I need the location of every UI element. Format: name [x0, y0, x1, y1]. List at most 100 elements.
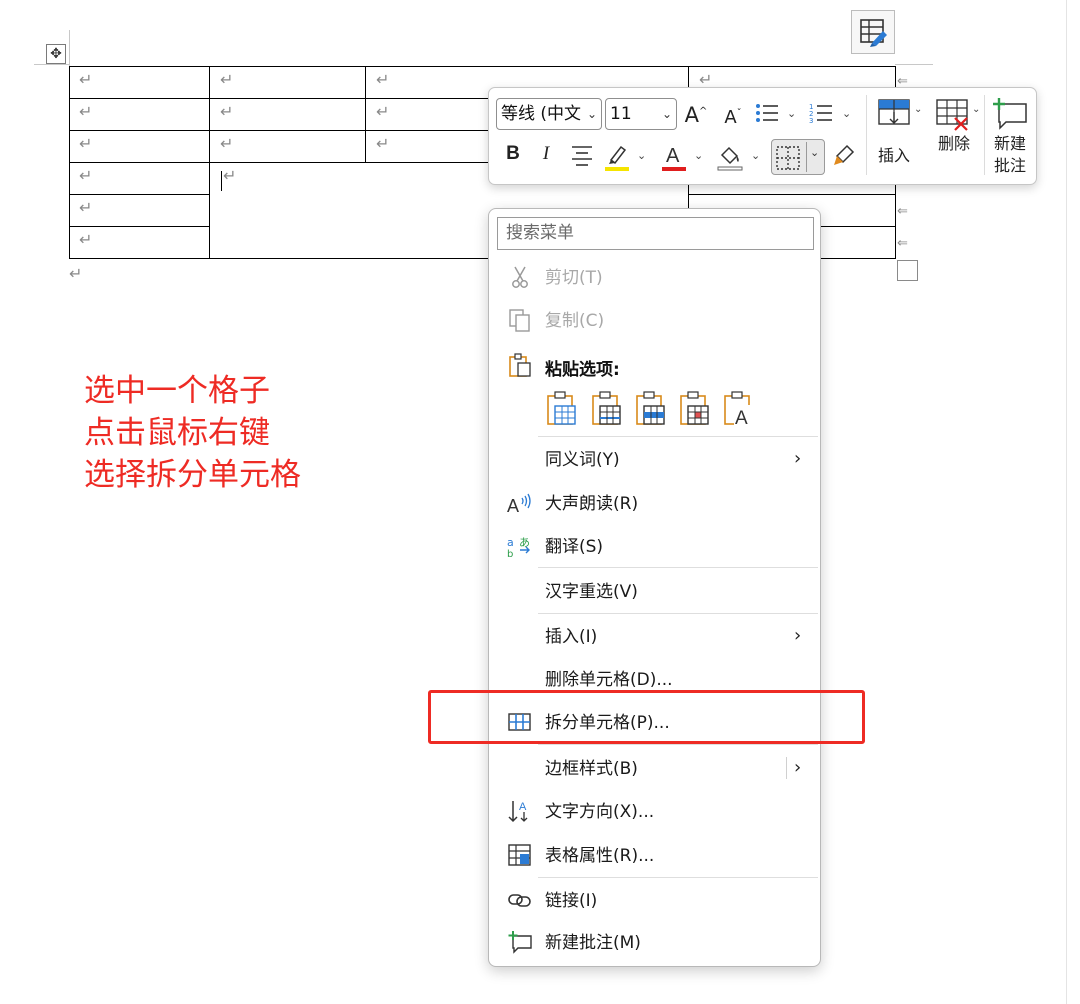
menu-item-copy[interactable]: 复制(C)	[489, 300, 820, 340]
margin-guide	[69, 30, 70, 66]
insert-label: 插入	[877, 146, 910, 165]
separator	[984, 95, 985, 175]
chevron-down-icon[interactable]: ⌄	[637, 149, 646, 162]
new-comment-label-2: 批注	[993, 156, 1026, 175]
bullet-list-icon	[756, 104, 778, 122]
copy-icon	[509, 309, 530, 332]
align-center-icon	[572, 146, 592, 166]
menu-item-link[interactable]: 链接(I)	[489, 880, 820, 920]
menu-item-reconversion[interactable]: 汉字重选(V)	[489, 571, 820, 611]
menu-separator	[538, 877, 818, 878]
svg-text:A: A	[507, 496, 519, 515]
table-move-handle-icon[interactable]: ✥	[46, 44, 66, 64]
margin-guide	[895, 64, 933, 65]
shrink-font-button[interactable]: Aˇ	[721, 103, 745, 129]
paragraph-mark: ↵	[69, 264, 83, 283]
menu-separator	[538, 436, 818, 437]
italic-button[interactable]: I	[537, 143, 555, 165]
bold-button[interactable]: B	[503, 143, 523, 165]
paste-option-merge-table-icon[interactable]	[590, 391, 624, 427]
chevron-down-icon: ⌄	[810, 146, 820, 159]
font-color-icon: A	[662, 145, 686, 171]
paste-option-keep-text-icon[interactable]: A	[722, 391, 756, 429]
new-comment-icon	[508, 931, 532, 954]
svg-text:3: 3	[809, 117, 813, 125]
menu-item-synonyms[interactable]: 同义词(Y) ›	[489, 439, 820, 479]
menu-item-table-properties[interactable]: 表格属性(R)...	[489, 835, 820, 875]
grow-font-button[interactable]: A^	[684, 101, 708, 126]
menu-item-label: 链接(I)	[545, 891, 598, 911]
bullets-button[interactable]	[752, 101, 782, 130]
insert-button[interactable]: ⌄	[876, 96, 926, 126]
format-painter-icon	[834, 144, 855, 165]
paragraph-mark: ↵	[79, 102, 93, 121]
center-align-button[interactable]	[569, 144, 595, 171]
menu-split-separator	[786, 757, 787, 779]
paragraph-mark: ↵	[223, 166, 237, 185]
font-color-button[interactable]: A	[660, 142, 688, 177]
chevron-down-icon[interactable]: ⌄	[751, 149, 760, 162]
delete-label: 删除	[937, 134, 970, 153]
menu-item-label: 翻译(S)	[545, 537, 604, 557]
menu-item-label: 新建批注(M)	[545, 933, 641, 953]
chevron-down-icon[interactable]: ⌄	[694, 149, 703, 162]
menu-item-label: 复制(C)	[545, 311, 605, 331]
translate-icon: a あ b	[507, 536, 530, 558]
highlight-button[interactable]	[603, 142, 631, 177]
menu-item-read-aloud[interactable]: A 大声朗读(R)	[489, 483, 820, 523]
chevron-right-icon: ›	[794, 448, 802, 469]
paragraph-mark: ↵	[220, 134, 234, 153]
svg-text:b: b	[507, 549, 513, 558]
svg-text:⌄: ⌄	[972, 104, 980, 115]
paste-option-overwrite-cells-icon[interactable]	[678, 391, 712, 427]
numbering-button[interactable]: 1 2 3	[806, 101, 836, 130]
margin-guide	[34, 64, 70, 65]
menu-separator	[538, 744, 818, 745]
menu-item-cut[interactable]: 剪切(T)	[489, 257, 820, 297]
menu-item-translate[interactable]: a あ b 翻译(S)	[489, 526, 820, 566]
menu-item-insert[interactable]: 插入(I) ›	[489, 616, 820, 656]
menu-search-input[interactable]: 搜索菜单	[497, 217, 814, 250]
menu-item-border-styles[interactable]: 边框样式(B) ›	[489, 748, 820, 788]
shading-button[interactable]	[716, 142, 744, 177]
menu-item-label: 表格属性(R)...	[545, 846, 655, 866]
font-size-select[interactable]: 11 ⌄	[605, 98, 677, 130]
format-painter-button[interactable]	[831, 143, 857, 174]
menu-separator	[538, 613, 818, 614]
paste-icon	[509, 353, 531, 377]
menu-item-label: 剪切(T)	[545, 268, 603, 288]
chevron-down-icon[interactable]: ⌄	[842, 107, 851, 120]
svg-text:a: a	[507, 536, 514, 549]
chevron-down-icon[interactable]: ⌄	[787, 107, 796, 120]
separator	[866, 95, 867, 175]
menu-item-text-direction[interactable]: A 文字方向(X)...	[489, 791, 820, 831]
split-cells-highlight	[428, 690, 865, 744]
menu-item-new-comment[interactable]: 新建批注(M)	[489, 922, 820, 962]
chevron-right-icon: ›	[794, 625, 802, 646]
text-cursor	[221, 171, 222, 191]
paragraph-mark: ↵	[79, 198, 93, 217]
page-edge	[1066, 0, 1067, 1004]
new-comment-button[interactable]	[989, 96, 1031, 130]
delete-table-icon: ⌄	[936, 99, 980, 131]
menu-item-paste-options	[489, 345, 820, 385]
menu-item-label: 删除单元格(D)...	[545, 670, 673, 690]
font-size-value: 11	[610, 104, 632, 124]
svg-text:A: A	[666, 145, 680, 167]
font-name-select[interactable]: 等线 (中文 ⌄	[496, 98, 602, 130]
numbered-list-icon: 1 2 3	[809, 103, 832, 125]
paste-option-nest-table-icon[interactable]	[545, 391, 579, 427]
table-resize-handle[interactable]	[897, 260, 918, 281]
borders-button[interactable]: ⌄	[771, 139, 825, 175]
chevron-down-icon: ⌄	[586, 107, 597, 121]
paste-option-insert-rows-icon[interactable]	[634, 391, 668, 427]
annotation-line-2: 点击鼠标右键	[84, 415, 270, 451]
menu-item-label: 文字方向(X)...	[545, 802, 655, 822]
paragraph-mark: ↵	[79, 166, 93, 185]
quick-table-layout-icon[interactable]	[851, 10, 895, 54]
row-end-mark: ⇐	[897, 204, 908, 219]
svg-text:A: A	[735, 408, 748, 427]
delete-button[interactable]: ⌄	[933, 96, 983, 131]
paragraph-mark: ↵	[220, 70, 234, 89]
annotation-line-3: 选择拆分单元格	[84, 457, 301, 493]
